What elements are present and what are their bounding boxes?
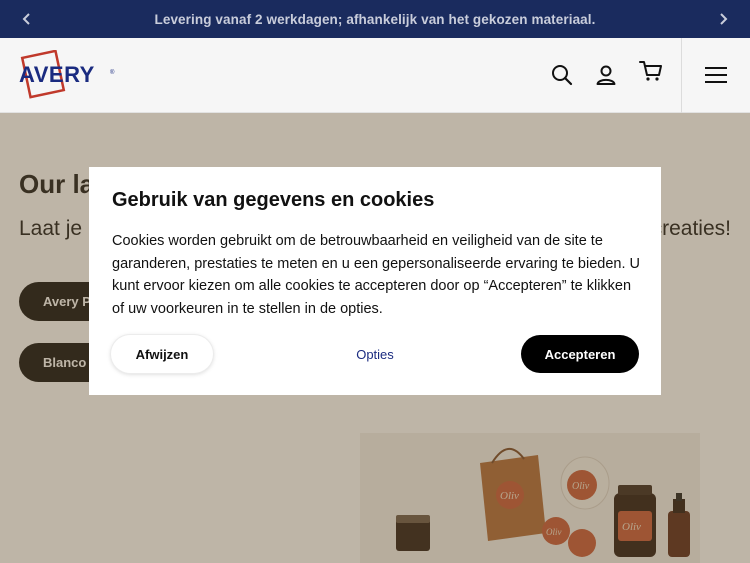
account-button[interactable]	[591, 60, 621, 90]
announcement-text: Levering vanaf 2 werkdagen; afhankelijk …	[154, 11, 596, 27]
cookie-dialog-title: Gebruik van gegevens en cookies	[112, 189, 435, 211]
chevron-left-icon	[22, 13, 30, 25]
menu-icon	[705, 67, 727, 83]
user-icon	[596, 65, 616, 85]
announcement-prev-button[interactable]	[8, 0, 46, 38]
logo-registered-mark: ®	[110, 69, 115, 76]
cookie-consent-dialog: Gebruik van gegevens en cookies Cookies …	[89, 167, 661, 395]
search-icon	[552, 65, 573, 86]
menu-button[interactable]	[701, 60, 731, 90]
header-divider	[681, 38, 682, 113]
cookie-dialog-body: Cookies worden gebruikt om de betrouwbaa…	[112, 233, 640, 317]
chevron-right-icon	[720, 13, 728, 25]
logo-wordmark: AVERY	[19, 62, 95, 87]
announcement-bar: Levering vanaf 2 werkdagen; afhankelijk …	[0, 0, 750, 38]
avery-logo[interactable]: AVERY ®	[18, 49, 118, 100]
cookie-options-button[interactable]: Opties	[335, 335, 415, 373]
search-button[interactable]	[547, 60, 577, 90]
site-header: AVERY ®	[0, 38, 750, 113]
reject-cookies-button[interactable]: Afwijzen	[111, 335, 213, 373]
accept-cookies-button[interactable]: Accepteren	[521, 335, 639, 373]
cart-icon	[639, 61, 662, 81]
announcement-next-button[interactable]	[704, 0, 742, 38]
cart-button[interactable]	[636, 56, 666, 86]
